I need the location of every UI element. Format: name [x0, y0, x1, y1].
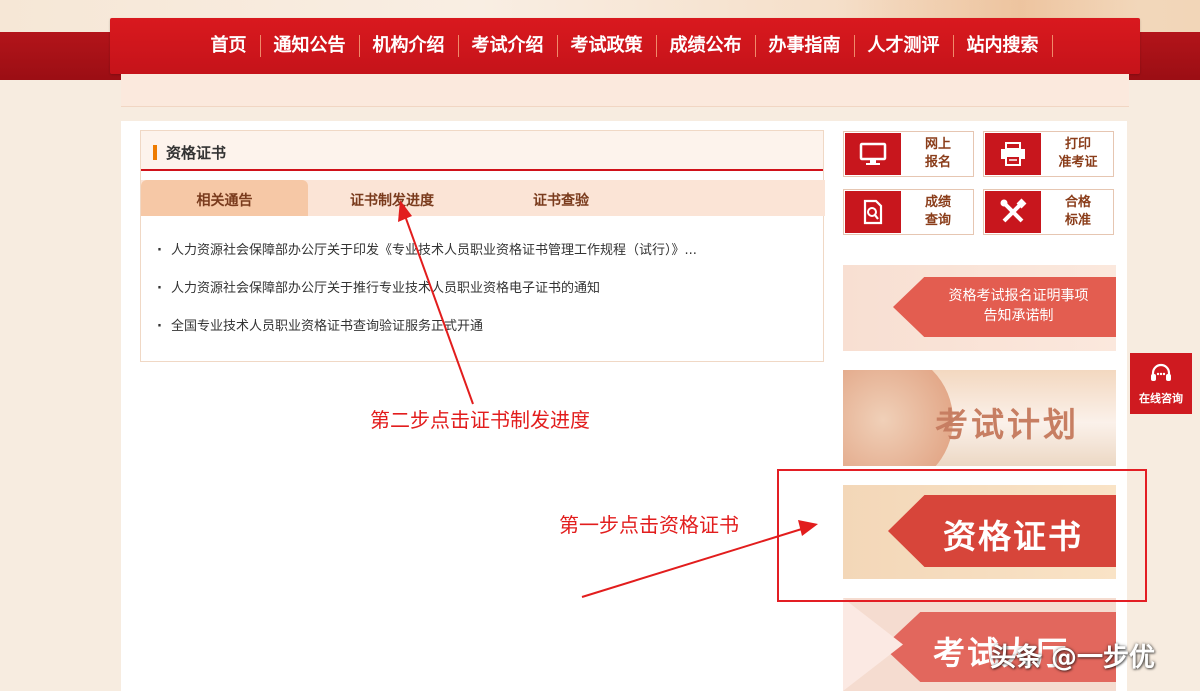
online-consult-button[interactable]: 在线咨询 [1130, 353, 1192, 414]
button-label: 合格 标准 [1048, 194, 1108, 230]
panel-tabs: 相关通告 证书制发进度 证书查验 [141, 180, 825, 216]
tools-icon [985, 191, 1041, 233]
commitment-banner-text: 资格考试报名证明事项 告知承诺制 [921, 286, 1116, 326]
commitment-banner[interactable]: 资格考试报名证明事项 告知承诺制 [843, 265, 1116, 351]
panel-header: 资格证书 [141, 131, 823, 171]
list-item-text: 全国专业技术人员职业资格证书查询验证服务正式开通 [171, 319, 484, 334]
label-line2: 标准 [1064, 213, 1091, 228]
sub-bar [121, 74, 1129, 107]
button-label: 网上 报名 [908, 136, 968, 172]
label-line2: 准考证 [1058, 155, 1098, 170]
banner-line2: 告知承诺制 [983, 308, 1054, 324]
headset-icon [1130, 353, 1192, 390]
tab-certificate-verify[interactable]: 证书查验 [501, 180, 621, 216]
list-item[interactable]: · 人力资源社会保障部办公厅关于推行专业技术人员职业资格电子证书的通知 [157, 279, 697, 317]
label-line1: 打印 [1064, 137, 1091, 152]
consult-label: 在线咨询 [1139, 392, 1183, 405]
label-line1: 网上 [924, 137, 951, 152]
notice-list: · 人力资源社会保障部办公厅关于印发《专业技术人员职业资格证书管理工作规程（试行）… [157, 241, 697, 355]
highlight-box [777, 469, 1147, 602]
watermark: 头条 @一步优 [990, 643, 1156, 673]
label-line1: 成绩 [924, 195, 951, 210]
list-item-text: 人力资源社会保障部办公厅关于推行专业技术人员职业资格电子证书的通知 [171, 281, 601, 296]
bullet: · [157, 319, 162, 334]
nav-item-notices[interactable]: 通知公告 [261, 35, 360, 57]
nav-item-about[interactable]: 机构介绍 [360, 35, 459, 57]
nav-item-home[interactable]: 首页 [198, 35, 261, 57]
list-item-text: 人力资源社会保障部办公厅关于印发《专业技术人员职业资格证书管理工作规程（试行）》… [171, 243, 697, 258]
tab-certificate-progress[interactable]: 证书制发进度 [323, 180, 461, 216]
step2-annotation: 第二步点击证书制发进度 [370, 408, 590, 432]
top-banner-decoration [840, 0, 1140, 20]
label-line1: 合格 [1064, 195, 1091, 210]
bullet: · [157, 243, 162, 258]
panel-title: 资格证书 [166, 144, 227, 162]
certificate-panel: 资格证书 相关通告 证书制发进度 证书查验 · 人力资源社会保障部办公厅关于印发《… [140, 130, 825, 362]
exam-plan-banner-text: 考试计划 [935, 405, 1079, 444]
nav-item-talent[interactable]: 人才测评 [855, 35, 954, 57]
nav-item-guide[interactable]: 办事指南 [756, 35, 855, 57]
exam-plan-banner[interactable]: 考试计划 [843, 370, 1116, 466]
nav-list: 首页 通知公告 机构介绍 考试介绍 考试政策 成绩公布 办事指南 人才测评 站内… [198, 35, 1053, 57]
printer-icon [985, 133, 1041, 175]
online-register-button[interactable]: 网上 报名 [843, 131, 974, 177]
tab-related-notices[interactable]: 相关通告 [141, 180, 308, 216]
print-admission-button[interactable]: 打印 准考证 [983, 131, 1114, 177]
nav-item-exam-intro[interactable]: 考试介绍 [459, 35, 558, 57]
document-search-icon [845, 191, 901, 233]
label-line2: 查询 [924, 213, 951, 228]
nav-item-results[interactable]: 成绩公布 [657, 35, 756, 57]
list-item[interactable]: · 全国专业技术人员职业资格证书查询验证服务正式开通 [157, 317, 697, 355]
score-query-button[interactable]: 成绩 查询 [843, 189, 974, 235]
step1-annotation: 第一步点击资格证书 [559, 513, 739, 537]
pass-standard-button[interactable]: 合格 标准 [983, 189, 1114, 235]
bullet: · [157, 281, 162, 296]
nav-item-search[interactable]: 站内搜索 [954, 35, 1053, 57]
button-label: 成绩 查询 [908, 194, 968, 230]
button-label: 打印 准考证 [1048, 136, 1108, 172]
banner-line1: 资格考试报名证明事项 [948, 288, 1089, 304]
banner-triangle-decoration [843, 598, 903, 691]
monitor-icon [845, 133, 901, 175]
label-line2: 报名 [924, 155, 951, 170]
list-item[interactable]: · 人力资源社会保障部办公厅关于印发《专业技术人员职业资格证书管理工作规程（试行）… [157, 241, 697, 279]
title-marker [153, 145, 157, 160]
nav-item-exam-policy[interactable]: 考试政策 [558, 35, 657, 57]
main-nav: 首页 通知公告 机构介绍 考试介绍 考试政策 成绩公布 办事指南 人才测评 站内… [110, 18, 1140, 74]
